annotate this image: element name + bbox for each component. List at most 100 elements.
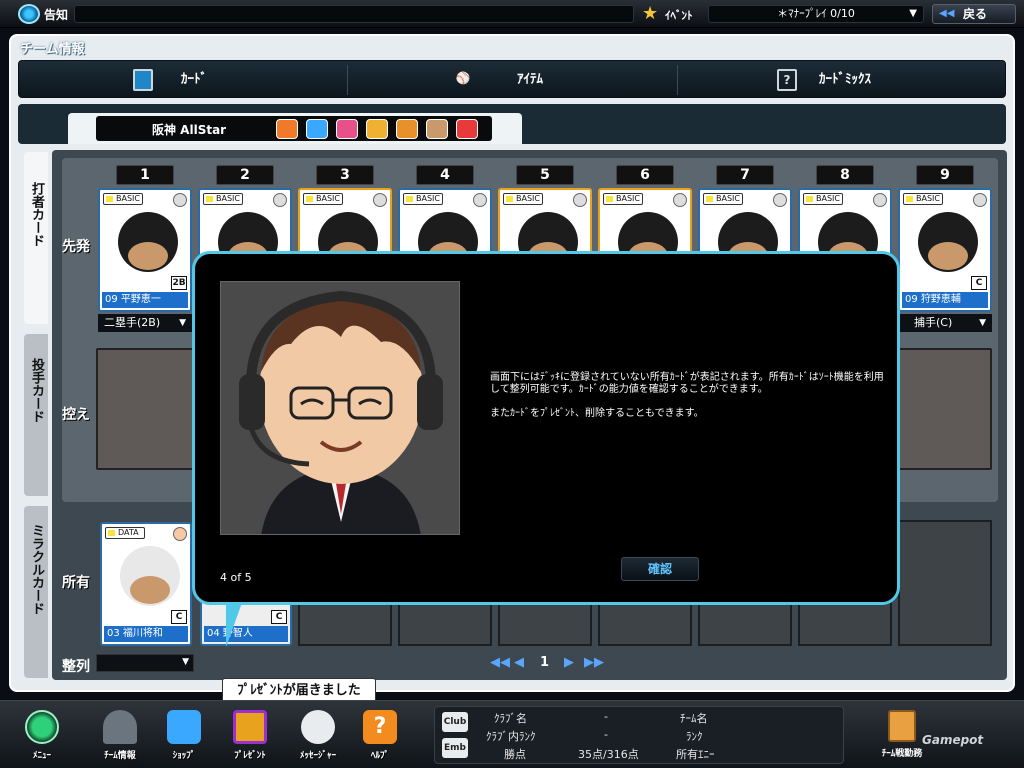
emblem-badge: Emb	[442, 738, 468, 758]
team-battle-label: ﾁｰﾑ戦勤務	[881, 749, 923, 759]
owned-card[interactable]: DATA C 03 福川将和	[100, 522, 192, 646]
help-icon: ?	[363, 710, 397, 744]
messenger-label: ﾒｯｾｰｼﾞｬｰ	[299, 751, 336, 761]
help-label: ﾍﾙﾌﾟ	[370, 751, 389, 761]
side-tab-batter[interactable]: 打者カード	[24, 152, 48, 324]
wins-label: 勝点	[504, 748, 526, 761]
card-grade: BASIC	[503, 193, 543, 205]
tab-item[interactable]: ⚾ ｱｲﾃﾑ	[453, 61, 653, 99]
notice-ticker	[74, 5, 634, 23]
main-tabs: ｶｰﾄﾞ ⚾ ｱｲﾃﾑ ? ｶｰﾄﾞﾐｯｸｽ	[18, 60, 1006, 98]
last-page-button[interactable]: ▶▶	[584, 655, 604, 670]
bat-ball-icon: ⚾	[455, 71, 471, 85]
wins-value: 35点/316点	[578, 748, 639, 761]
gamepot-logo: Gamepot	[922, 733, 984, 747]
club-name-label: ｸﾗﾌﾞ名	[494, 712, 527, 725]
notice-label: 告知	[44, 8, 69, 22]
lineup-number: 2	[216, 165, 274, 185]
menu-label: ﾒﾆｭｰ	[32, 751, 51, 761]
card-grade: BASIC	[203, 193, 243, 205]
club-rank-label: ｸﾗﾌﾞ内ﾗﾝｸ	[486, 730, 536, 743]
club-rank-value: -	[604, 728, 608, 741]
lineup-number: 9	[916, 165, 974, 185]
announcer-illustration	[221, 282, 459, 534]
help-button[interactable]: ? ﾍﾙﾌﾟ	[348, 704, 412, 766]
glove-skill-icon	[306, 119, 328, 139]
card-position: 2B	[171, 276, 187, 290]
side-tab-pitcher[interactable]: 投手カード	[24, 334, 48, 496]
position-select-value: 二塁手(2B)	[104, 316, 161, 329]
runner-skill-icon	[366, 119, 388, 139]
sort-select[interactable]: ▼	[96, 654, 194, 672]
position-select[interactable]: 捕手(C) ▼	[898, 314, 992, 332]
card-grade: BASIC	[603, 193, 643, 205]
player-card[interactable]: BASIC 2B 09 平野恵一	[98, 188, 192, 312]
rank-icon	[473, 193, 487, 207]
present-label: ﾌﾟﾚｾﾞﾝﾄ	[234, 751, 266, 761]
rank-icon	[973, 193, 987, 207]
page-number: 1	[540, 655, 550, 670]
row-label-owned: 所有	[62, 575, 90, 591]
player-card[interactable]: BASIC C 09 狩野恵輔	[898, 188, 992, 312]
announcer-portrait	[220, 281, 460, 535]
dialog-page-indicator: 4 of 5	[220, 571, 252, 584]
lineup-number: 1	[116, 165, 174, 185]
card-position: C	[271, 610, 287, 624]
pitch-skill-icon	[336, 119, 358, 139]
event-label: ｲﾍﾞﾝﾄ	[665, 9, 693, 22]
event-select[interactable]: ＊ﾏﾅｰﾌﾟﾚｲ 0/10 ▼	[708, 5, 924, 23]
rank-icon	[173, 527, 187, 541]
menu-play-icon	[25, 710, 59, 744]
position-select[interactable]: 二塁手(2B) ▼	[98, 314, 192, 332]
menu-button[interactable]: ﾒﾆｭｰ	[10, 704, 74, 766]
card-grade: BASIC	[403, 193, 443, 205]
rank-icon	[873, 193, 887, 207]
side-tab-miracle[interactable]: ミラクルカード	[24, 506, 48, 678]
first-page-button[interactable]: ◀◀	[490, 655, 510, 670]
back-button[interactable]: ◀◀ 戻る	[932, 4, 1016, 24]
team-name-label: ﾁｰﾑ名	[680, 712, 708, 725]
side-tab-pitcher-label: 投手カード	[29, 358, 44, 423]
dialog-message: 画面下にはﾃﾞｯｷに登録されていない所有ｶｰﾄﾞが表記されます。所有ｶｰﾄﾞはｿ…	[490, 372, 890, 432]
face-skill-icon	[426, 119, 448, 139]
notice-icon[interactable]	[18, 4, 40, 24]
rank-icon	[273, 193, 287, 207]
rank-icon	[773, 193, 787, 207]
tab-card[interactable]: ｶｰﾄﾞ	[133, 61, 333, 99]
power-skill-icon	[396, 119, 418, 139]
bench-slot[interactable]	[96, 348, 194, 470]
team-name: 阪神 AllStar	[152, 123, 227, 137]
present-button[interactable]: ﾌﾟﾚｾﾞﾝﾄ	[218, 704, 282, 766]
row-label-starter: 先発	[62, 239, 90, 255]
card-grade: BASIC	[903, 193, 943, 205]
chevron-down-icon: ▼	[182, 657, 189, 667]
messenger-button[interactable]: ﾒｯｾｰｼﾞｬｰ	[286, 704, 350, 766]
card-grade: BASIC	[303, 193, 343, 205]
tab-card-mix[interactable]: ? ｶｰﾄﾞﾐｯｸｽ	[777, 61, 977, 99]
card-icon	[133, 69, 153, 91]
owned-slot[interactable]	[898, 520, 992, 646]
chevron-down-icon: ▼	[909, 8, 917, 19]
player-avatar	[118, 212, 178, 272]
club-badge: Club	[442, 712, 468, 732]
tab-card-label: ｶｰﾄﾞ	[181, 72, 207, 87]
next-page-button[interactable]: ▶	[564, 655, 574, 670]
rank-label: ﾗﾝｸ	[686, 730, 703, 743]
rank-icon	[673, 193, 687, 207]
rank-icon	[573, 193, 587, 207]
confirm-button[interactable]: 確認	[621, 557, 699, 581]
side-tab-miracle-label: ミラクルカード	[29, 524, 44, 615]
lineup-number: 3	[316, 165, 374, 185]
shop-button[interactable]: ｼｮｯﾌﾟ	[152, 704, 216, 766]
team-battle-button[interactable]: ﾁｰﾑ戦勤務	[877, 706, 927, 766]
tab-divider	[677, 65, 678, 95]
rank-icon	[373, 193, 387, 207]
clipboard-icon	[888, 710, 916, 742]
helmet-icon	[103, 710, 137, 744]
team-info-button[interactable]: ﾁｰﾑ情報	[88, 704, 152, 766]
event-star-icon: ★	[642, 3, 659, 24]
tab-card-mix-label: ｶｰﾄﾞﾐｯｸｽ	[819, 72, 871, 87]
prev-page-button[interactable]: ◀	[514, 655, 524, 670]
bench-slot[interactable]	[896, 348, 992, 470]
lineup-number: 8	[816, 165, 874, 185]
